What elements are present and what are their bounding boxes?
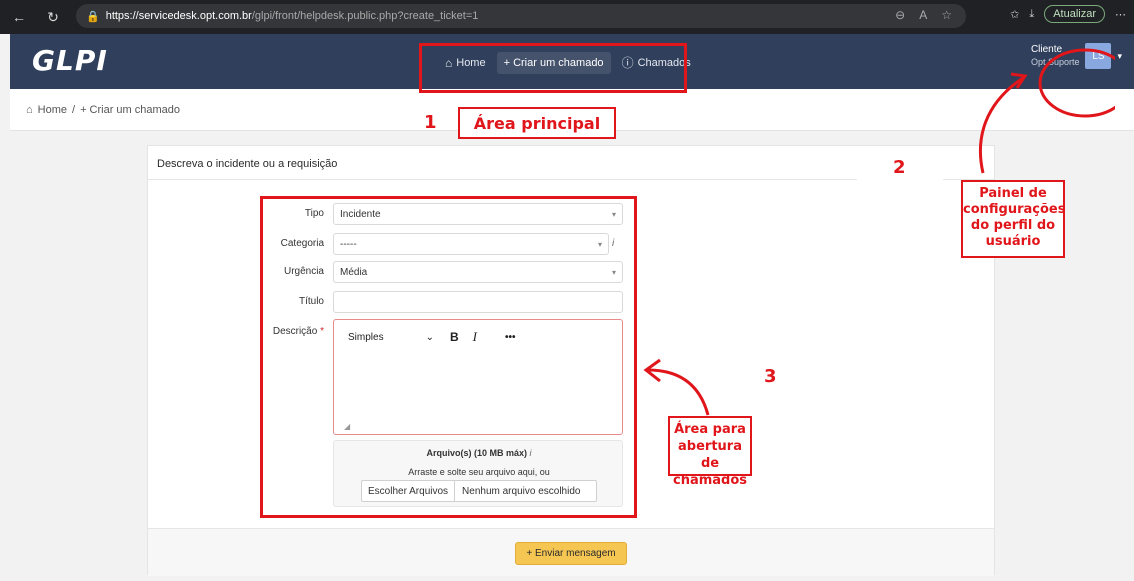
address-bar-icons: ⊖ A ☆ xyxy=(895,8,952,22)
browser-actions: ✩ ⤓ Atualizar ⋯ xyxy=(1010,5,1126,23)
breadcrumb-current[interactable]: + Criar um chamado xyxy=(80,104,180,116)
address-bar[interactable]: 🔒 https://servicedesk.opt.com.br/glpi/fr… xyxy=(76,4,966,28)
glpi-logo[interactable]: GLPI xyxy=(32,44,108,77)
annotation-box-main xyxy=(419,43,687,93)
annotation-arrow-form xyxy=(643,358,710,416)
submit-button[interactable]: + Enviar mensagem xyxy=(515,542,627,565)
annotation-label-profile: Painel de configurações do perfil do usu… xyxy=(961,180,1065,258)
lock-icon: 🔒 xyxy=(86,10,100,23)
annotation-number-2: 2 xyxy=(893,157,906,178)
annotation-label-form: Área para abertura de chamados xyxy=(668,416,752,488)
back-icon[interactable]: ← xyxy=(8,9,30,25)
breadcrumb-separator: / xyxy=(72,103,76,116)
annotation-number-1: 1 xyxy=(424,112,437,133)
downloads-icon[interactable]: ⤓ xyxy=(1029,8,1034,21)
form-footer: + Enviar mensagem xyxy=(148,528,994,576)
url-host: https://servicedesk.opt.com.br xyxy=(105,10,252,22)
favorites-icon[interactable]: ✩ xyxy=(1010,8,1019,21)
read-aloud-icon[interactable]: A xyxy=(919,8,927,22)
zoom-icon[interactable]: ⊖ xyxy=(895,8,905,22)
annotation-number-3: 3 xyxy=(764,366,777,387)
favorite-icon[interactable]: ☆ xyxy=(941,8,952,22)
chevron-down-icon[interactable]: ▾ xyxy=(1117,51,1122,62)
annotation-box-form xyxy=(260,196,637,518)
url-path: /glpi/front/helpdesk.public.php?create_t… xyxy=(251,10,479,22)
more-icon[interactable]: ⋯ xyxy=(1115,8,1126,21)
browser-toolbar: ← ↻ 🔒 https://servicedesk.opt.com.br/glp… xyxy=(0,0,1134,34)
breadcrumb-home[interactable]: Home xyxy=(38,104,67,116)
home-icon: ⌂ xyxy=(26,103,33,116)
update-button[interactable]: Atualizar xyxy=(1044,5,1105,23)
reload-icon[interactable]: ↻ xyxy=(42,9,64,26)
annotation-arrow-profile xyxy=(978,48,1115,174)
annotation-title-main: Área principal xyxy=(458,107,616,139)
